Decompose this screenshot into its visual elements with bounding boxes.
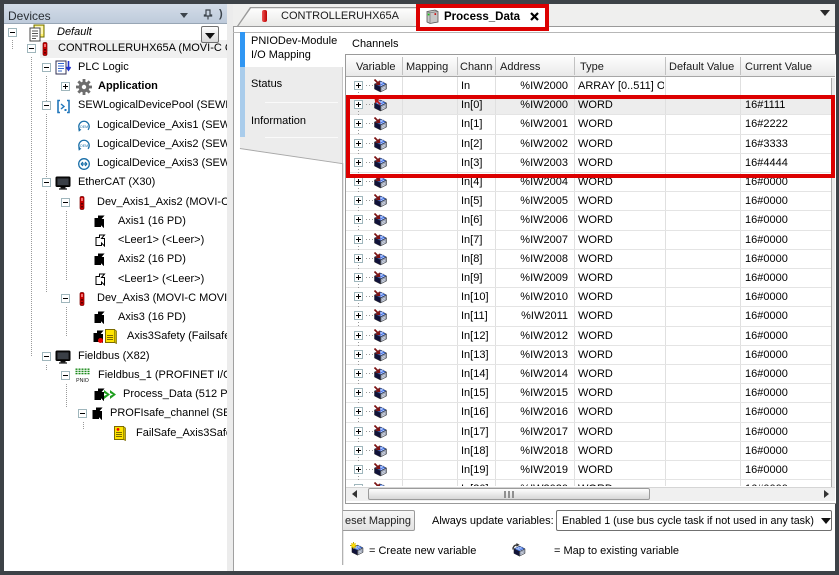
svg-text:OEM: OEM	[80, 125, 88, 129]
svg-text:PNIO: PNIO	[76, 378, 89, 383]
svg-text:OEM: OEM	[80, 144, 88, 148]
